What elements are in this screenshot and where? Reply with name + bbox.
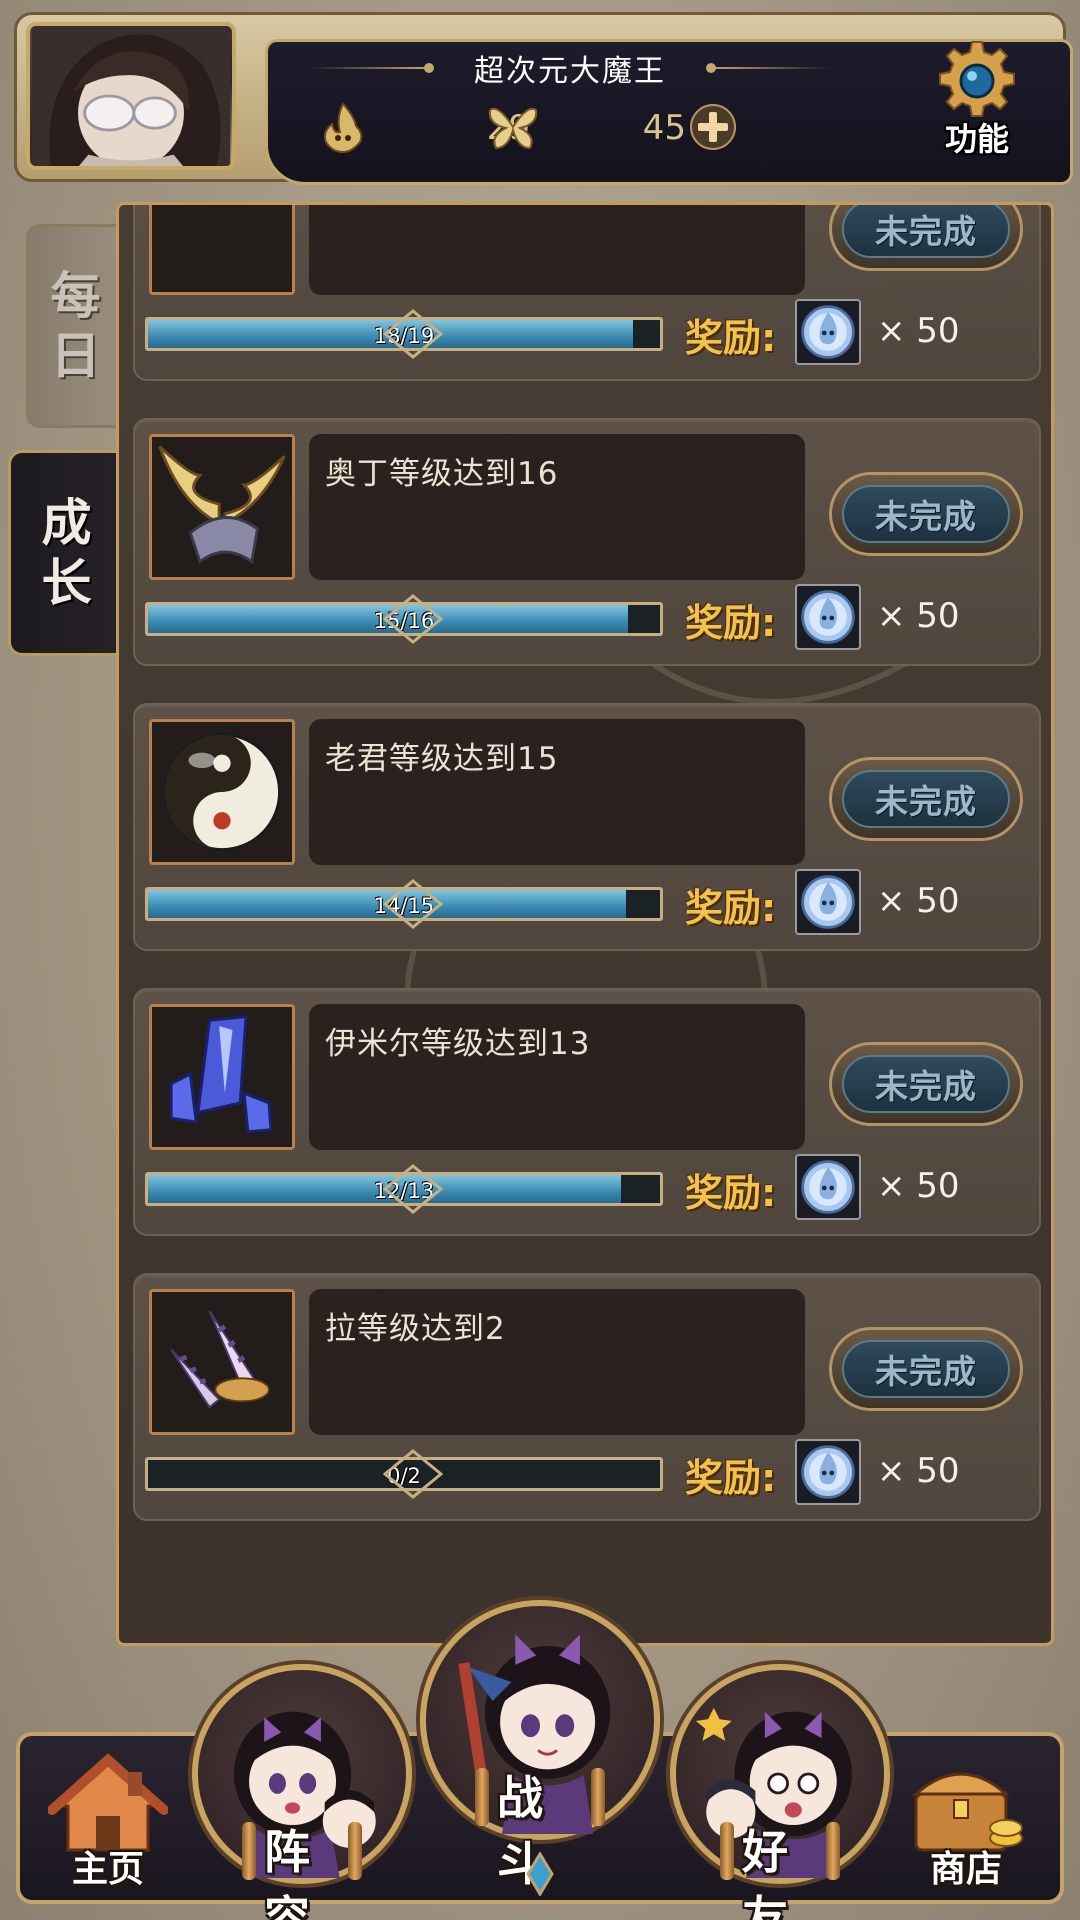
ice-crystal-icon <box>152 1007 292 1147</box>
task-status-label: 未完成 <box>842 205 1010 258</box>
task-title: 伊米尔等级达到13 <box>325 1026 591 1062</box>
progress-ornament-icon <box>383 1164 443 1214</box>
flame-spirit-icon <box>323 102 363 154</box>
task-card[interactable]: 未完成 18/19 奖励: × 50 <box>133 205 1041 381</box>
task-description: 老君等级达到15 <box>309 719 805 865</box>
function-menu-button[interactable]: 功能 <box>918 38 1036 158</box>
task-card[interactable]: 老君等级达到15 未完成 14/15 奖励: × 50 <box>133 703 1041 951</box>
tab-growth-label: 成 <box>41 494 92 552</box>
yin-yang-orb-icon <box>152 722 292 862</box>
player-avatar[interactable] <box>26 22 236 170</box>
avatar-portrait-icon <box>31 26 231 166</box>
scroll-roll <box>591 1768 605 1826</box>
task-status-button[interactable]: 未完成 <box>829 757 1023 841</box>
bee-creature-icon <box>152 205 292 292</box>
task-description: 奥丁等级达到16 <box>309 434 805 580</box>
task-icon-frame <box>149 205 295 295</box>
nav-lineup-button[interactable]: 阵容 <box>192 1664 412 1920</box>
task-card[interactable]: 奥丁等级达到16 未完成 15/16 奖励: × 50 <box>133 418 1041 666</box>
task-list[interactable]: 未完成 18/19 奖励: × 50 奥丁等级达到16 未完成 15/16 奖励: × 50 老君… <box>119 205 1051 1643</box>
nav-home-label: 主页 <box>71 1849 144 1890</box>
progress-ornament-icon <box>383 309 443 359</box>
spirit-coin-icon <box>795 869 861 935</box>
bottom-navigation: 主页 商店 阵容 战斗 好友 <box>0 1600 1080 1920</box>
scroll-roll <box>348 1822 362 1880</box>
game-screen: 超次元大魔王 29 45 功能 每 日 <box>0 0 1080 1920</box>
task-status-label: 未完成 <box>842 1340 1010 1398</box>
butterfly-icon <box>488 107 538 150</box>
reward-label: 奖励: <box>685 601 777 645</box>
task-panel[interactable]: 未完成 18/19 奖励: × 50 奥丁等级达到16 未完成 15/16 奖励: × 50 老君… <box>116 202 1054 1646</box>
task-description <box>309 205 805 295</box>
progress-ornament-icon <box>383 879 443 929</box>
task-title: 老君等级达到15 <box>325 741 559 777</box>
nav-friends-banner: 好友 <box>720 1814 840 1920</box>
nav-lineup-banner: 阵容 <box>242 1814 362 1920</box>
task-card[interactable]: 伊米尔等级达到13 未完成 12/13 奖励: × 50 <box>133 988 1041 1236</box>
divider-line <box>710 67 830 69</box>
task-status-button[interactable]: 未完成 <box>829 1327 1023 1411</box>
nav-friends-button[interactable]: 好友 <box>670 1664 890 1920</box>
nav-battle-button[interactable]: 战斗 <box>420 1600 660 1891</box>
progress-ornament-icon <box>383 1449 443 1499</box>
resource-bar: 29 45 <box>306 100 826 154</box>
function-label: 功能 <box>944 120 1009 158</box>
divider-dot <box>424 63 434 73</box>
reward-quantity: × 50 <box>877 596 960 636</box>
divider-line <box>310 67 430 69</box>
reward-label: 奖励: <box>685 316 777 360</box>
spirit-coin-icon <box>795 1154 861 1220</box>
player-name: 超次元大魔王 <box>474 54 666 89</box>
task-status-label: 未完成 <box>842 770 1010 828</box>
reward-quantity: × 50 <box>877 1166 960 1206</box>
tab-growth-label: 长 <box>41 554 92 612</box>
add-icon[interactable] <box>686 100 740 154</box>
nav-lineup-label: 阵容 <box>264 1825 310 1920</box>
golden-wings-icon <box>152 437 292 577</box>
gear-icon <box>939 41 1015 117</box>
task-status-button[interactable]: 未完成 <box>829 472 1023 556</box>
task-icon-frame <box>149 434 295 580</box>
spirit-coin-icon <box>795 1439 861 1505</box>
striped-horn-icon <box>152 1292 292 1432</box>
task-title: 拉等级达到2 <box>325 1311 506 1347</box>
task-description: 伊米尔等级达到13 <box>309 1004 805 1150</box>
task-status-label: 未完成 <box>842 485 1010 543</box>
spirit-coin-icon <box>795 299 861 365</box>
tab-daily[interactable]: 每 日 <box>26 224 122 428</box>
player-name-plate: 超次元大魔王 <box>300 38 840 98</box>
reward-label: 奖励: <box>685 1456 777 1500</box>
scroll-roll <box>826 1822 840 1880</box>
reward-quantity: × 50 <box>877 1451 960 1491</box>
tab-daily-label: 日 <box>50 327 101 385</box>
diamond-ornament-icon <box>526 1852 554 1896</box>
scroll-roll <box>720 1822 734 1880</box>
task-icon-frame <box>149 1004 295 1150</box>
gem-count: 45 <box>642 108 686 148</box>
spirit-coin-icon <box>795 584 861 650</box>
tab-daily-label: 每 <box>50 267 101 325</box>
progress-ornament-icon <box>383 594 443 644</box>
scroll-roll <box>242 1822 256 1880</box>
task-title: 奥丁等级达到16 <box>325 456 559 492</box>
reward-quantity: × 50 <box>877 881 960 921</box>
nav-home-button[interactable]: 主页 <box>48 1750 168 1900</box>
reward-label: 奖励: <box>685 886 777 930</box>
scroll-roll <box>475 1768 489 1826</box>
task-icon-frame <box>149 719 295 865</box>
reward-quantity: × 50 <box>877 311 960 351</box>
reward-label: 奖励: <box>685 1171 777 1215</box>
task-card[interactable]: 拉等级达到2 未完成 0/2 奖励: × 50 <box>133 1273 1041 1521</box>
nav-shop-button[interactable]: 商店 <box>906 1750 1026 1900</box>
task-status-button[interactable]: 未完成 <box>829 205 1023 271</box>
nav-friends-label: 好友 <box>742 1825 788 1920</box>
tab-growth[interactable]: 成 长 <box>8 450 122 656</box>
task-status-button[interactable]: 未完成 <box>829 1042 1023 1126</box>
task-icon-frame <box>149 1289 295 1435</box>
nav-shop-label: 商店 <box>929 1849 1002 1890</box>
task-status-label: 未完成 <box>842 1055 1010 1113</box>
task-description: 拉等级达到2 <box>309 1289 805 1435</box>
